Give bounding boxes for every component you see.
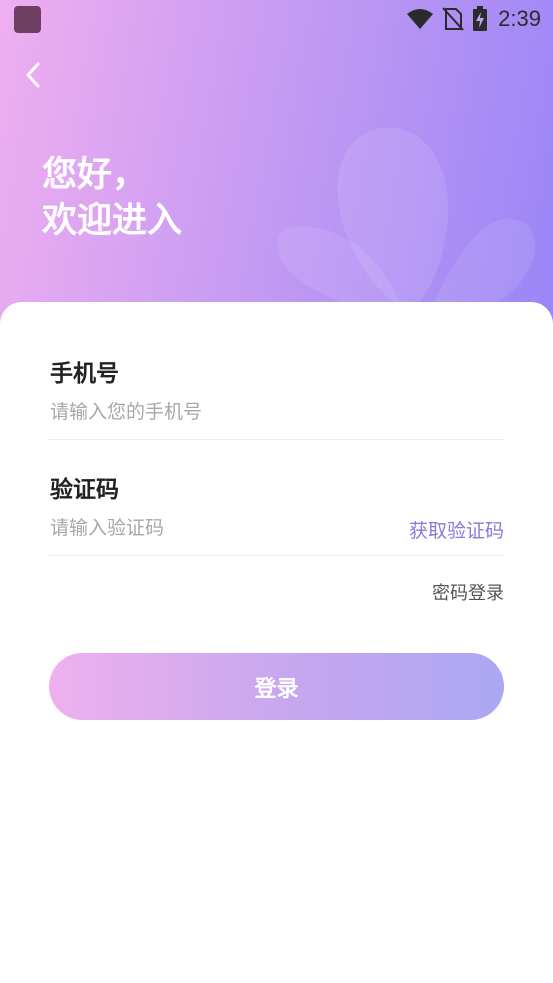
phone-divider bbox=[49, 439, 504, 440]
login-card: 手机号 验证码 获取验证码 密码登录 登录 bbox=[0, 302, 553, 983]
code-input[interactable] bbox=[50, 513, 350, 543]
password-login-link[interactable]: 密码登录 bbox=[432, 579, 504, 605]
code-label: 验证码 bbox=[50, 477, 119, 503]
chevron-left-icon bbox=[26, 62, 40, 88]
no-sim-icon bbox=[442, 7, 464, 31]
greeting-line-1: 您好， bbox=[42, 155, 148, 195]
login-button[interactable]: 登录 bbox=[49, 653, 504, 720]
decorative-petals-graphic bbox=[277, 127, 536, 317]
phone-label: 手机号 bbox=[50, 361, 119, 387]
code-divider bbox=[49, 555, 504, 556]
wifi-icon bbox=[407, 9, 434, 29]
get-code-button[interactable]: 获取验证码 bbox=[409, 516, 504, 543]
phone-input[interactable] bbox=[50, 397, 490, 427]
greeting-title: 您好， 欢迎进入 bbox=[42, 152, 182, 244]
app-icon bbox=[14, 6, 41, 33]
greeting-line-2: 欢迎进入 bbox=[42, 201, 183, 241]
status-icons: 2:39 bbox=[406, 5, 541, 33]
back-button[interactable] bbox=[16, 58, 50, 92]
status-bar: 2:39 bbox=[0, 0, 553, 38]
header-banner: 2:39 您好， 欢迎进入 bbox=[0, 0, 553, 330]
battery-charging-icon bbox=[473, 6, 488, 31]
status-time: 2:39 bbox=[498, 6, 541, 31]
